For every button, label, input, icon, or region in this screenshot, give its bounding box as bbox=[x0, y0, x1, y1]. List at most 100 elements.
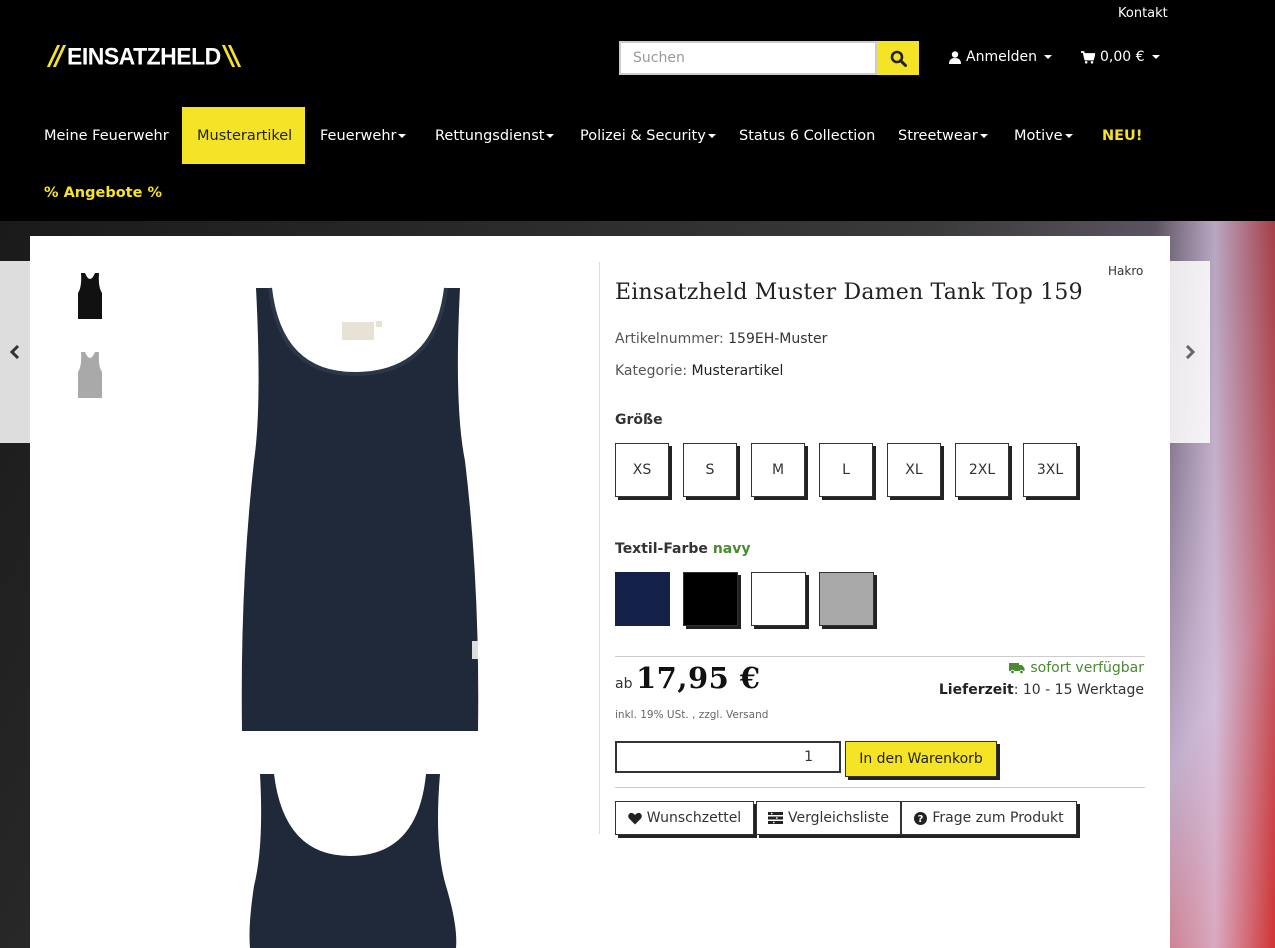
tax-note[interactable]: inkl. 19% USt. , zzgl. Versand bbox=[615, 709, 768, 721]
nav-label: % Angebote % bbox=[44, 184, 163, 201]
chevron-down-icon bbox=[546, 133, 555, 138]
question-circle-icon: ? bbox=[914, 811, 928, 825]
nav-label: Rettungsdienst bbox=[435, 127, 545, 144]
next-product-button[interactable] bbox=[1170, 261, 1210, 443]
chevron-down-icon bbox=[398, 133, 407, 138]
product-image[interactable] bbox=[240, 286, 580, 948]
availability-text: sofort verfügbar bbox=[1030, 660, 1144, 676]
size-option-s[interactable]: S bbox=[683, 443, 737, 497]
svg-text:?: ? bbox=[918, 814, 924, 825]
logo-stripes-right-icon bbox=[221, 45, 241, 67]
tank-top-black-thumbnail bbox=[78, 273, 102, 319]
add-to-cart-button[interactable]: In den Warenkorb bbox=[845, 741, 997, 777]
wishlist-button[interactable]: Wunschzettel bbox=[615, 801, 754, 835]
nav-item-polizei-security[interactable]: Polizei & Security bbox=[580, 107, 716, 164]
heart-icon bbox=[627, 812, 642, 824]
chevron-down-icon bbox=[707, 133, 716, 138]
color-swatch-grey[interactable] bbox=[819, 572, 874, 626]
nav-label: Musterartikel bbox=[197, 127, 293, 144]
nav-item-neu[interactable]: NEU! bbox=[1102, 107, 1142, 164]
chevron-down-icon bbox=[1043, 55, 1052, 59]
selected-color: navy bbox=[712, 541, 751, 557]
product-thumbnail[interactable] bbox=[76, 271, 104, 321]
size-option-3xl[interactable]: 3XL bbox=[1023, 443, 1077, 497]
divider bbox=[615, 656, 1145, 657]
size-option-2xl[interactable]: 2XL bbox=[955, 443, 1009, 497]
product-panel: Hakro Einsatzheld Muster Damen Tank Top … bbox=[30, 236, 1170, 948]
user-icon bbox=[949, 50, 961, 64]
article-number: Artikelnummer: 159EH-Muster bbox=[615, 331, 827, 347]
color-label: Textil-Farbe navy bbox=[615, 541, 750, 557]
product-title: Einsatzheld Muster Damen Tank Top 159 bbox=[615, 280, 1083, 305]
divider bbox=[615, 787, 1145, 788]
nav-label: Feuerwehr bbox=[320, 127, 397, 144]
list-icon bbox=[768, 812, 784, 824]
question-label: Frage zum Produkt bbox=[932, 810, 1064, 826]
previous-product-button[interactable] bbox=[0, 261, 30, 443]
product-question-button[interactable]: ? Frage zum Produkt bbox=[901, 801, 1077, 835]
compare-button[interactable]: Vergleichsliste bbox=[756, 801, 901, 835]
nav-label: Status 6 Collection bbox=[739, 127, 876, 144]
chevron-left-icon bbox=[10, 345, 20, 359]
size-option-l[interactable]: L bbox=[819, 443, 873, 497]
size-label: Größe bbox=[615, 412, 663, 428]
logo-text: EINSATZHELD bbox=[67, 41, 221, 70]
product-price: 17,95 € bbox=[636, 661, 761, 695]
search-input[interactable] bbox=[619, 41, 877, 75]
truck-icon bbox=[1009, 663, 1025, 674]
shopping-cart-icon bbox=[1081, 50, 1095, 64]
category: Kategorie: Musterartikel bbox=[615, 363, 783, 379]
nav-item-status-6-collection[interactable]: Status 6 Collection bbox=[739, 107, 875, 164]
account-label: Anmelden bbox=[966, 49, 1037, 65]
article-number-value: 159EH-Muster bbox=[728, 331, 828, 347]
color-swatch-navy[interactable] bbox=[615, 572, 670, 626]
delivery-label: Lieferzeit bbox=[938, 682, 1014, 698]
size-option-xs[interactable]: XS bbox=[615, 443, 669, 497]
search-form bbox=[619, 41, 919, 75]
category-link[interactable]: Musterartikel bbox=[692, 363, 784, 379]
category-label: Kategorie: bbox=[615, 363, 688, 379]
nav-label: Motive bbox=[1014, 127, 1063, 144]
nav-label: NEU! bbox=[1102, 127, 1143, 144]
size-option-xl[interactable]: XL bbox=[887, 443, 941, 497]
nav-item-rettungsdienst[interactable]: Rettungsdienst bbox=[435, 107, 555, 164]
compare-label: Vergleichsliste bbox=[788, 810, 889, 826]
quantity-input[interactable]: 1 bbox=[615, 741, 841, 773]
search-icon bbox=[890, 50, 907, 67]
account-dropdown[interactable]: Anmelden bbox=[949, 49, 1052, 65]
logo-stripes-left-icon bbox=[46, 45, 67, 67]
product-thumbnail[interactable] bbox=[76, 350, 104, 400]
chevron-down-icon bbox=[1151, 55, 1160, 59]
color-label-text: Textil-Farbe bbox=[615, 541, 708, 557]
logo[interactable]: EINSATZHELD bbox=[46, 41, 241, 70]
size-option-m[interactable]: M bbox=[751, 443, 805, 497]
nav-item-feuerwehr[interactable]: Feuerwehr bbox=[320, 107, 407, 164]
nav-item-streetwear[interactable]: Streetwear bbox=[898, 107, 988, 164]
cart-total: 0,00 € bbox=[1100, 49, 1145, 65]
availability-status: sofort verfügbar bbox=[1009, 660, 1144, 676]
contact-link[interactable]: Kontakt bbox=[1118, 6, 1168, 21]
delivery-value: : 10 - 15 Werktage bbox=[1013, 682, 1144, 698]
chevron-right-icon bbox=[1185, 345, 1195, 359]
nav-item-meine-feuerwehr[interactable]: Meine Feuerwehr bbox=[30, 107, 183, 164]
nav-label: Polizei & Security bbox=[580, 127, 706, 144]
article-number-label: Artikelnummer: bbox=[615, 331, 724, 347]
nav-label: Meine Feuerwehr bbox=[44, 127, 169, 144]
brand-label[interactable]: Hakro bbox=[1108, 264, 1143, 278]
wishlist-label: Wunschzettel bbox=[646, 810, 742, 826]
delivery-time: Lieferzeit: 10 - 15 Werktage bbox=[939, 682, 1144, 698]
color-swatch-black[interactable] bbox=[683, 572, 738, 626]
tank-top-grey-thumbnail bbox=[78, 352, 102, 398]
chevron-down-icon bbox=[1064, 133, 1073, 138]
nav-label: Streetwear bbox=[898, 127, 978, 144]
chevron-down-icon bbox=[979, 133, 988, 138]
price-prefix: ab bbox=[615, 676, 633, 692]
nav-item-angebote[interactable]: % Angebote % bbox=[44, 164, 162, 221]
cart-dropdown[interactable]: 0,00 € bbox=[1081, 49, 1160, 65]
header: Kontakt EINSATZHELD Anmelden 0,00 € bbox=[0, 0, 1275, 221]
color-swatch-white[interactable] bbox=[751, 572, 806, 626]
nav-item-musterartikel[interactable]: Musterartikel bbox=[182, 107, 305, 164]
column-divider bbox=[599, 262, 600, 834]
search-button[interactable] bbox=[877, 41, 919, 75]
nav-item-motive[interactable]: Motive bbox=[1014, 107, 1073, 164]
